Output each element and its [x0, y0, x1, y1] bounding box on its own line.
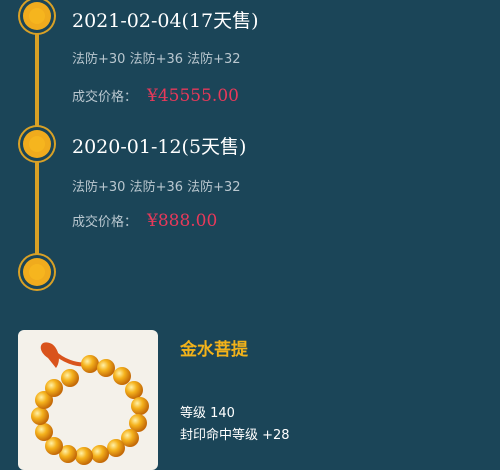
- trade-price-row: 成交价格： ¥45555.00: [72, 86, 239, 106]
- trade-attributes: 法防+30 法防+36 法防+32: [72, 180, 241, 195]
- price-label: 成交价格：: [72, 90, 138, 105]
- trade-date: 2021-02-04(17天售): [72, 10, 259, 32]
- price-label: 成交价格：: [72, 215, 138, 230]
- timeline-node: [23, 258, 51, 286]
- trade-price: ¥45555.00: [147, 86, 239, 106]
- trade-date: 2020-01-12(5天售): [72, 136, 247, 158]
- trade-price: ¥888.00: [147, 211, 218, 231]
- prayer-beads-icon: [31, 342, 149, 465]
- timeline-node: [23, 2, 51, 30]
- item-thumbnail[interactable]: [18, 330, 158, 470]
- item-seal-hit-level: 封印命中等级 +28: [180, 428, 290, 443]
- timeline-node: [23, 130, 51, 158]
- item-level: 等级 140: [180, 406, 235, 421]
- item-name: 金水菩提: [180, 340, 248, 360]
- trade-attributes: 法防+30 法防+36 法防+32: [72, 52, 241, 67]
- trade-price-row: 成交价格： ¥888.00: [72, 211, 217, 231]
